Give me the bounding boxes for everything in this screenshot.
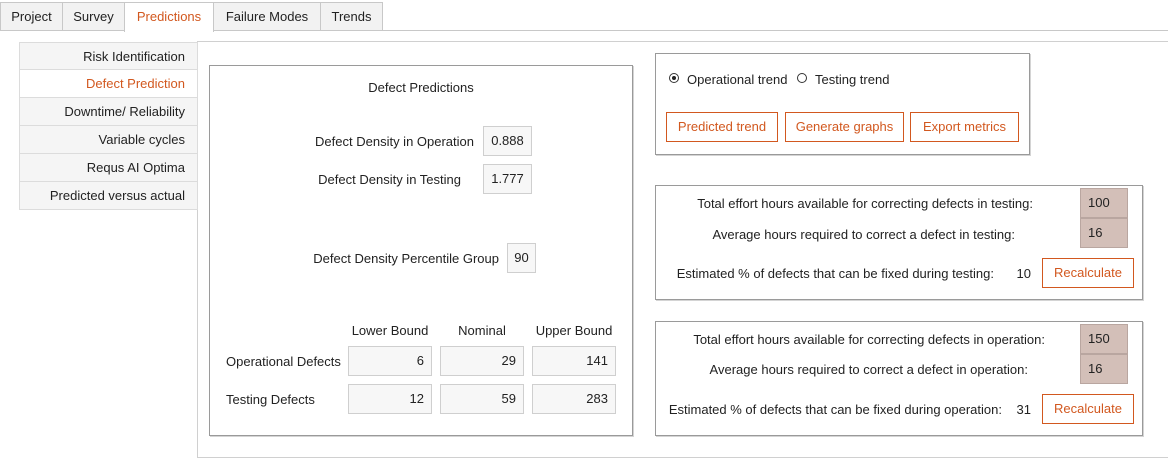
- tab-failure-modes[interactable]: Failure Modes: [213, 2, 321, 30]
- testing-defects-label: Testing Defects: [226, 392, 315, 407]
- testing-defects-lower: 12: [348, 384, 432, 414]
- operation-estimate-label: Estimated % of defects that can be fixed…: [668, 402, 1002, 417]
- predicted-trend-button[interactable]: Predicted trend: [666, 112, 778, 142]
- density-operation-label: Defect Density in Operation: [315, 134, 474, 149]
- sidebar-item-risk-identification[interactable]: Risk Identification: [19, 42, 198, 70]
- sidebar-item-requs-ai-optima[interactable]: Requs AI Optima: [19, 154, 198, 182]
- column-header-upper-bound: Upper Bound: [535, 323, 613, 338]
- operation-estimate-value: 31: [1016, 402, 1031, 417]
- operational-trend-radio[interactable]: [669, 73, 679, 83]
- testing-effort-hours-label: Total effort hours available for correct…: [697, 196, 1033, 211]
- operational-defects-label: Operational Defects: [226, 354, 341, 369]
- defect-predictions-title: Defect Predictions: [368, 80, 474, 95]
- generate-graphs-button[interactable]: Generate graphs: [785, 112, 904, 142]
- density-testing-label: Defect Density in Testing: [318, 172, 461, 187]
- testing-effort-hours-input[interactable]: 100: [1080, 188, 1128, 218]
- export-metrics-button[interactable]: Export metrics: [910, 112, 1019, 142]
- percentile-group-label: Defect Density Percentile Group: [313, 251, 499, 266]
- testing-trend-label[interactable]: Testing trend: [815, 72, 889, 87]
- sidebar-item-predicted-versus-actual[interactable]: Predicted versus actual: [19, 182, 198, 210]
- density-testing-value: 1.777: [483, 164, 532, 194]
- percentile-group-value: 90: [507, 243, 536, 273]
- operational-trend-label[interactable]: Operational trend: [687, 72, 787, 87]
- testing-average-hours-input[interactable]: 16: [1080, 218, 1128, 248]
- testing-estimate-label: Estimated % of defects that can be fixed…: [676, 266, 994, 281]
- testing-trend-radio[interactable]: [797, 73, 807, 83]
- testing-estimate-value: 10: [1016, 266, 1031, 281]
- tab-trends[interactable]: Trends: [320, 2, 383, 30]
- operational-defects-lower: 6: [348, 346, 432, 376]
- sidebar-item-defect-prediction[interactable]: Defect Prediction: [19, 70, 198, 98]
- testing-recalculate-button[interactable]: Recalculate: [1042, 258, 1134, 288]
- sidebar-item-variable-cycles[interactable]: Variable cycles: [19, 126, 198, 154]
- operational-defects-nominal: 29: [440, 346, 524, 376]
- tab-predictions[interactable]: Predictions: [124, 2, 214, 32]
- tab-survey[interactable]: Survey: [62, 2, 125, 30]
- operation-average-hours-label: Average hours required to correct a defe…: [709, 362, 1028, 377]
- column-header-nominal: Nominal: [458, 323, 506, 338]
- operation-effort-hours-input[interactable]: 150: [1080, 324, 1128, 354]
- column-header-lower-bound: Lower Bound: [351, 323, 429, 338]
- testing-defects-nominal: 59: [440, 384, 524, 414]
- operation-average-hours-input[interactable]: 16: [1080, 354, 1128, 384]
- tab-project[interactable]: Project: [0, 2, 63, 30]
- testing-defects-upper: 283: [532, 384, 616, 414]
- density-operation-value: 0.888: [483, 126, 532, 156]
- operation-effort-hours-label: Total effort hours available for correct…: [693, 332, 1045, 347]
- sidebar-item-downtime-reliability[interactable]: Downtime/ Reliability: [19, 98, 198, 126]
- operational-defects-upper: 141: [532, 346, 616, 376]
- operation-recalculate-button[interactable]: Recalculate: [1042, 394, 1134, 424]
- testing-average-hours-label: Average hours required to correct a defe…: [712, 227, 1015, 242]
